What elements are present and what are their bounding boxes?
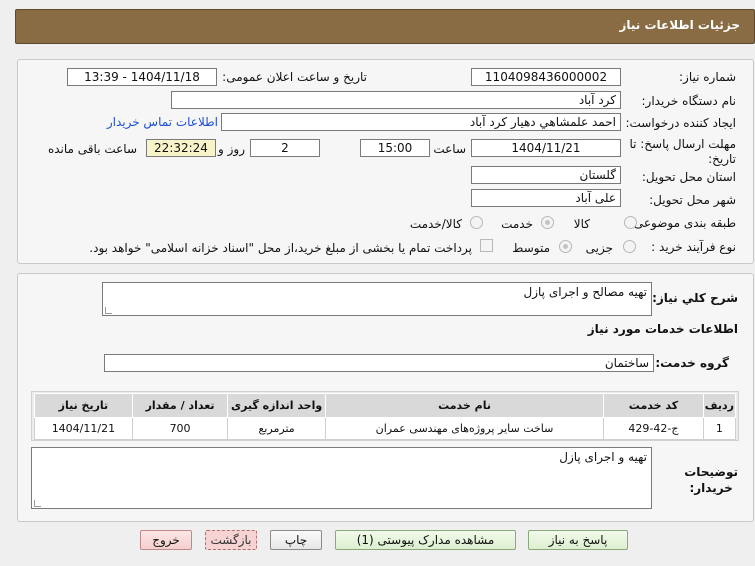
print-button[interactable]: چاپ xyxy=(270,530,322,550)
exit-button[interactable]: خروج xyxy=(140,530,192,550)
deadline-time-field: 15:00 xyxy=(360,139,430,157)
process-radio-medium[interactable] xyxy=(559,240,572,253)
view-attachments-button[interactable]: مشاهده مدارک پیوستی (1) xyxy=(335,530,516,550)
page-header: جزئیات اطلاعات نیاز xyxy=(15,9,755,44)
resize-handle-icon[interactable] xyxy=(34,500,41,507)
remaining-time-field: 22:32:24 xyxy=(146,139,216,157)
process-option-medium: متوسط xyxy=(512,241,550,255)
col-header-code: کد خدمت xyxy=(603,393,704,418)
deadline-label: مهلت ارسال پاسخ: تا تاریخ: xyxy=(629,137,736,167)
cell-need-date: 1404/11/21 xyxy=(34,417,133,440)
category-radio-goods[interactable] xyxy=(624,216,637,229)
service-group-label: گروه خدمت: xyxy=(655,356,729,370)
summary-text: تهیه مصالح و اجرای پازل xyxy=(523,285,647,299)
cell-unit: مترمربع xyxy=(227,417,326,440)
table-row: 1 ج-42-429 ساخت سایر پروژه‌های مهندسی عم… xyxy=(34,417,737,440)
buyer-org-label: نام دستگاه خریدار: xyxy=(641,94,737,108)
category-radio-goods-service[interactable] xyxy=(470,216,483,229)
summary-textarea: تهیه مصالح و اجرای پازل xyxy=(102,282,652,316)
cell-quantity: 700 xyxy=(131,417,229,440)
days-label: روز و xyxy=(218,142,245,156)
cell-row-number: 1 xyxy=(702,417,737,440)
col-header-name: نام خدمت xyxy=(324,393,605,418)
category-label: طبقه بندی موضوعی: xyxy=(629,216,736,230)
category-option-goods: کالا xyxy=(573,217,590,231)
cell-service-code: ج-42-429 xyxy=(603,417,704,440)
page-title: جزئیات اطلاعات نیاز xyxy=(619,18,740,32)
services-section-title: اطلاعات خدمات مورد نیاز xyxy=(587,322,738,336)
process-option-minor: جزیی xyxy=(585,241,613,255)
creator-label: ایجاد کننده درخواست: xyxy=(625,116,736,130)
category-radio-service[interactable] xyxy=(541,216,554,229)
service-group-field: ساختمان xyxy=(104,354,654,372)
days-remaining-field: 2 xyxy=(250,139,320,157)
services-table: ردیف کد خدمت نام خدمت واحد اندازه گیری ت… xyxy=(34,393,737,440)
creator-field: احمد علمشاهي دهيار کرد آباد xyxy=(221,113,621,131)
announce-datetime-field: 1404/11/18 - 13:39 xyxy=(67,68,217,86)
deadline-date-field: 1404/11/21 xyxy=(471,139,621,157)
process-type-label: نوع فرآیند خرید : xyxy=(651,240,736,254)
process-radio-minor[interactable] xyxy=(623,240,636,253)
buyer-notes-label-line1: توضیحات xyxy=(684,465,738,479)
buyer-notes-text: تهیه و اجرای پازل xyxy=(559,450,647,464)
deadline-time-label: ساعت xyxy=(433,142,466,156)
reply-to-need-button[interactable]: پاسخ به نیاز xyxy=(528,530,628,550)
services-table-header-row: ردیف کد خدمت نام خدمت واحد اندازه گیری ت… xyxy=(34,393,737,418)
remaining-time-label: ساعت باقی مانده xyxy=(47,142,137,156)
buyer-notes-textarea: تهیه و اجرای پازل xyxy=(31,447,652,509)
services-table-container: ردیف کد خدمت نام خدمت واحد اندازه گیری ت… xyxy=(31,391,739,441)
cell-service-name: ساخت سایر پروژه‌های مهندسی عمران xyxy=(324,417,605,440)
category-option-goods-service: کالا/خدمت xyxy=(409,217,462,231)
back-button[interactable]: بازگشت xyxy=(205,530,257,550)
need-number-field: 1104098436000002 xyxy=(471,68,621,86)
buyer-notes-label: توضیحات خریدار: xyxy=(684,464,738,496)
buyer-notes-label-line2: خریدار: xyxy=(689,481,733,495)
category-option-service: خدمت xyxy=(501,217,533,231)
announce-datetime-label: تاریخ و ساعت اعلان عمومی: xyxy=(222,70,367,84)
city-field: علی آباد xyxy=(471,189,621,207)
col-header-row: ردیف xyxy=(702,393,737,418)
province-label: استان محل تحویل: xyxy=(641,170,736,184)
buyer-contact-link[interactable]: اطلاعات تماس خریدار xyxy=(107,115,218,129)
col-header-date: تاریخ نیاز xyxy=(34,393,133,418)
summary-label: شرح کلي نياز: xyxy=(652,291,738,305)
buyer-org-field: کرد آباد xyxy=(171,91,621,109)
treasury-payment-note: پرداخت تمام یا بخشی از مبلغ خرید،از محل … xyxy=(89,241,472,255)
need-number-label: شماره نیاز: xyxy=(679,70,736,84)
col-header-qty: تعداد / مقدار xyxy=(131,393,229,418)
province-field: گلستان xyxy=(471,166,621,184)
treasury-payment-checkbox[interactable] xyxy=(480,239,493,252)
deadline-label-line2: تاریخ: xyxy=(708,152,736,166)
resize-handle-icon[interactable] xyxy=(105,307,112,314)
city-label: شهر محل تحویل: xyxy=(649,193,736,207)
col-header-unit: واحد اندازه گیری xyxy=(227,393,326,418)
deadline-label-line1: مهلت ارسال پاسخ: تا xyxy=(629,137,736,151)
